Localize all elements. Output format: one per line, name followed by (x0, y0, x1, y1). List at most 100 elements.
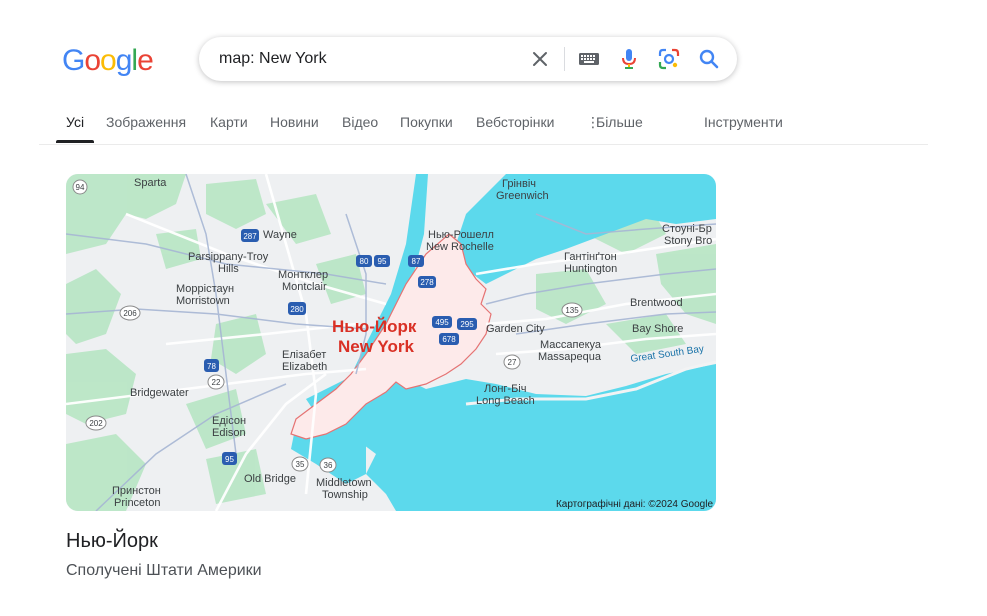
shield-label: 278 (420, 278, 434, 287)
map-image[interactable]: Нью-Йорк New York Sparta Wayne Parsippan… (66, 174, 716, 511)
map-label-middletown-2: Township (322, 489, 368, 501)
tab-web[interactable]: Вебсторінки (476, 114, 554, 130)
shield-label: 135 (565, 306, 579, 315)
highway-shield-icon: 135 (561, 302, 583, 318)
tab-more-label: Більше (596, 114, 643, 130)
search-tabs: Усі Зображення Карти Новини Відео Покупк… (39, 108, 928, 145)
logo-letter: o (100, 44, 117, 77)
more-vert-icon: ⋮ (586, 114, 600, 130)
search-box[interactable] (199, 37, 737, 81)
shield-label: 35 (296, 460, 305, 469)
map-label-massapequa-en: Massapequa (538, 351, 602, 363)
highway-shield-icon: 95 (374, 255, 390, 267)
map-attribution: Картографічні дані: ©2024 Google (556, 498, 713, 510)
map-city-label-uk: Нью-Йорк (332, 317, 417, 336)
shield-label: 27 (508, 358, 517, 367)
search-input[interactable] (219, 47, 519, 71)
highway-shield-icon: 80 (356, 255, 372, 267)
map-label-princeton-uk: Принстон (112, 485, 161, 497)
tools-button[interactable]: Інструменти (704, 114, 783, 130)
map-label-montclair-uk: Монтклер (278, 269, 328, 281)
map-label-bayshore: Bay Shore (632, 323, 683, 335)
logo-letter: o (84, 44, 101, 77)
highway-shield-icon: 202 (85, 415, 107, 431)
shield-label: 95 (378, 257, 387, 266)
tab-news[interactable]: Новини (270, 114, 319, 130)
logo-letter: g (115, 44, 133, 77)
highway-shield-icon: 22 (207, 374, 225, 390)
shield-label: 94 (76, 183, 85, 192)
logo-letter: G (62, 44, 85, 77)
map-label-parsippany: Parsippany-Troy (188, 251, 269, 263)
shield-label: 495 (435, 318, 449, 327)
highway-shield-icon: 206 (119, 305, 141, 321)
map-label-massapequa-uk: Массапекуа (540, 339, 602, 351)
shield-label: 287 (243, 232, 257, 241)
map-label-brentwood: Brentwood (630, 297, 683, 309)
shield-label: 95 (225, 455, 234, 464)
highway-shield-icon: 87 (408, 255, 424, 267)
map-label-princeton-en: Princeton (114, 497, 160, 509)
highway-shield-icon: 94 (72, 179, 88, 195)
map-label-sparta: Sparta (134, 177, 167, 189)
tab-shopping[interactable]: Покупки (400, 114, 453, 130)
shield-label: 280 (290, 305, 304, 314)
map-label-greenwich-en: Greenwich (496, 190, 549, 202)
keyboard-icon[interactable] (577, 47, 601, 71)
lens-icon[interactable] (657, 47, 681, 71)
tab-more[interactable]: ⋮Більше (586, 114, 643, 131)
microphone-icon[interactable] (617, 47, 641, 71)
google-logo[interactable]: Google (62, 44, 154, 78)
search-divider (564, 47, 565, 71)
map-label-newrochelle-en: New Rochelle (426, 241, 494, 253)
highway-shield-icon: 287 (241, 229, 259, 242)
map-label-gardencity: Garden City (486, 323, 545, 335)
map-label-huntington-uk: Гантінґтон (564, 251, 617, 263)
highway-shield-icon: 78 (204, 359, 219, 372)
logo-letter: e (137, 44, 154, 77)
shield-label: 80 (360, 257, 369, 266)
highway-shield-icon: 35 (291, 456, 309, 472)
active-tab-indicator (56, 140, 94, 143)
map-label-greenwich-uk: Грінвіч (502, 178, 536, 190)
map-label-wayne: Wayne (263, 229, 297, 241)
map-label-edison-uk: Едісон (212, 415, 246, 427)
map-label-middletown: Middletown (316, 477, 372, 489)
highway-shield-icon: 280 (288, 302, 306, 315)
map-label-elizabeth-uk: Елізабет (282, 349, 326, 361)
search-icon[interactable] (697, 47, 721, 71)
tab-videos[interactable]: Відео (342, 114, 378, 130)
highway-shield-icon: 495 (432, 316, 452, 328)
place-title[interactable]: Нью-Йорк (66, 530, 158, 553)
map-card[interactable]: Нью-Йорк New York Sparta Wayne Parsippan… (66, 174, 716, 511)
map-label-huntington-en: Huntington (564, 263, 617, 275)
map-label-edison-en: Edison (212, 427, 246, 439)
shield-label: 36 (324, 461, 333, 470)
highway-shield-icon: 27 (503, 354, 521, 370)
tab-all[interactable]: Усі (66, 114, 84, 130)
map-label-stonybrook-en: Stony Bro (664, 235, 712, 247)
highway-shield-icon: 678 (439, 333, 459, 345)
map-label-montclair-en: Montclair (282, 281, 327, 293)
map-label-morristown-en: Morristown (176, 295, 230, 307)
shield-label: 202 (89, 419, 103, 428)
map-label-oldbridge: Old Bridge (244, 473, 296, 485)
highway-shield-icon: 95 (222, 452, 237, 465)
map-label-stonybrook-uk: Стоуні-Бр (662, 223, 712, 235)
map-label-parsippany-2: Hills (218, 263, 239, 275)
highway-shield-icon: 36 (319, 457, 337, 473)
map-label-elizabeth-en: Elizabeth (282, 361, 327, 373)
tab-maps[interactable]: Карти (210, 114, 248, 130)
highway-shield-icon: 295 (457, 318, 477, 330)
shield-label: 206 (123, 309, 137, 318)
map-label-morristown-uk: Моррістаун (176, 283, 234, 295)
tab-images[interactable]: Зображення (106, 114, 186, 130)
shield-label: 78 (207, 362, 216, 371)
shield-label: 295 (460, 320, 474, 329)
place-subtitle: Сполучені Штати Америки (66, 562, 262, 579)
map-label-longbeach-uk: Лонг-Біч (484, 383, 526, 395)
shield-label: 678 (442, 335, 456, 344)
clear-icon[interactable] (528, 47, 552, 71)
map-label-bridgewater: Bridgewater (130, 387, 189, 399)
shield-label: 22 (212, 378, 221, 387)
